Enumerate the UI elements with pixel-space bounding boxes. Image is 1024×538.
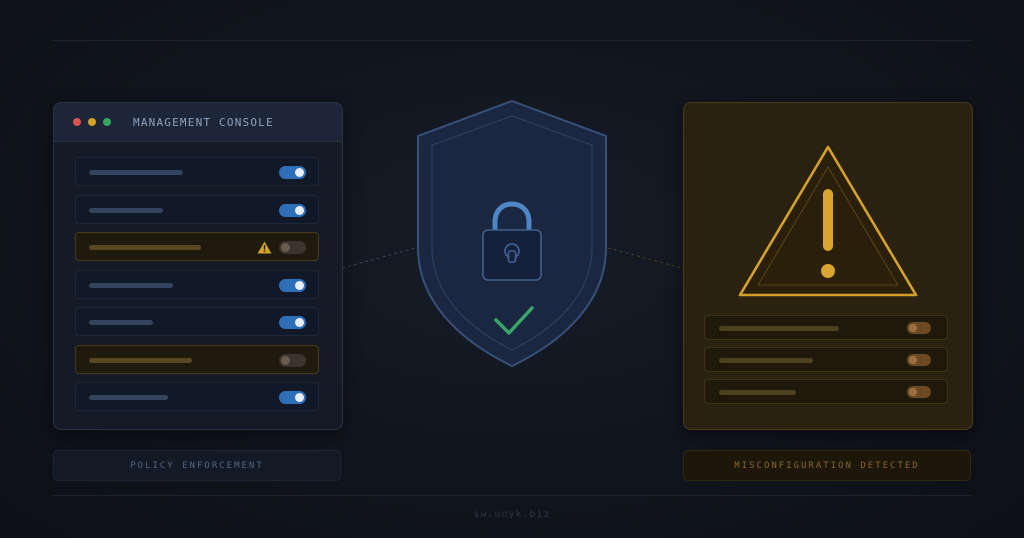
management-console-window: MANAGEMENT CONSOLE — [53, 102, 343, 430]
policy-row[interactable] — [75, 382, 319, 411]
policy-row[interactable] — [75, 194, 319, 224]
policy-row-text-placeholder — [89, 207, 163, 213]
policy-toggle-on[interactable] — [279, 316, 306, 329]
alert-setting-list — [704, 315, 948, 411]
policy-list — [75, 157, 319, 420]
policy-row[interactable] — [75, 307, 319, 336]
setting-row-text-placeholder — [719, 390, 796, 395]
misconfiguration-alert-panel — [683, 102, 973, 430]
policy-toggle-off[interactable] — [279, 241, 306, 254]
policy-row[interactable] — [75, 269, 319, 299]
policy-toggle-on[interactable] — [279, 203, 306, 217]
alert-setting-row[interactable] — [704, 379, 948, 404]
policy-row-text-placeholder — [89, 245, 201, 250]
warning-icon — [257, 241, 272, 254]
console-title-bar: MANAGEMENT CONSOLE — [54, 103, 342, 142]
alert-setting-row[interactable] — [704, 347, 948, 372]
setting-toggle-off[interactable] — [907, 354, 931, 366]
console-title: MANAGEMENT CONSOLE — [133, 115, 274, 129]
policy-toggle-off[interactable] — [279, 353, 306, 367]
policy-row-warning[interactable] — [75, 344, 319, 374]
footer-watermark: sw.unyk.biz — [473, 509, 551, 520]
minimize-window-dot[interactable] — [88, 118, 96, 126]
policy-toggle-on[interactable] — [279, 391, 306, 404]
policy-row-text-placeholder — [89, 395, 168, 400]
policy-row[interactable] — [75, 157, 319, 186]
policy-enforcement-label: POLICY ENFORCEMENT — [53, 450, 341, 481]
policy-row-text-placeholder — [89, 320, 153, 325]
setting-row-text-placeholder — [719, 326, 839, 331]
policy-row-warning[interactable] — [75, 232, 319, 261]
setting-toggle-off[interactable] — [907, 386, 931, 398]
alert-setting-row[interactable] — [704, 315, 948, 340]
policy-toggle-on[interactable] — [279, 278, 306, 292]
policy-row-text-placeholder — [89, 282, 173, 288]
setting-toggle-off[interactable] — [907, 322, 931, 334]
warning-triangle-icon — [738, 145, 918, 297]
maximize-window-dot[interactable] — [103, 118, 111, 126]
shield-lock-check-icon — [417, 100, 607, 368]
setting-row-text-placeholder — [719, 358, 813, 363]
policy-row-text-placeholder — [89, 357, 192, 363]
policy-row-text-placeholder — [89, 170, 183, 175]
misconfiguration-detected-label: MISCONFIGURATION DETECTED — [683, 450, 971, 481]
close-window-dot[interactable] — [73, 118, 81, 126]
policy-toggle-on[interactable] — [279, 166, 306, 179]
